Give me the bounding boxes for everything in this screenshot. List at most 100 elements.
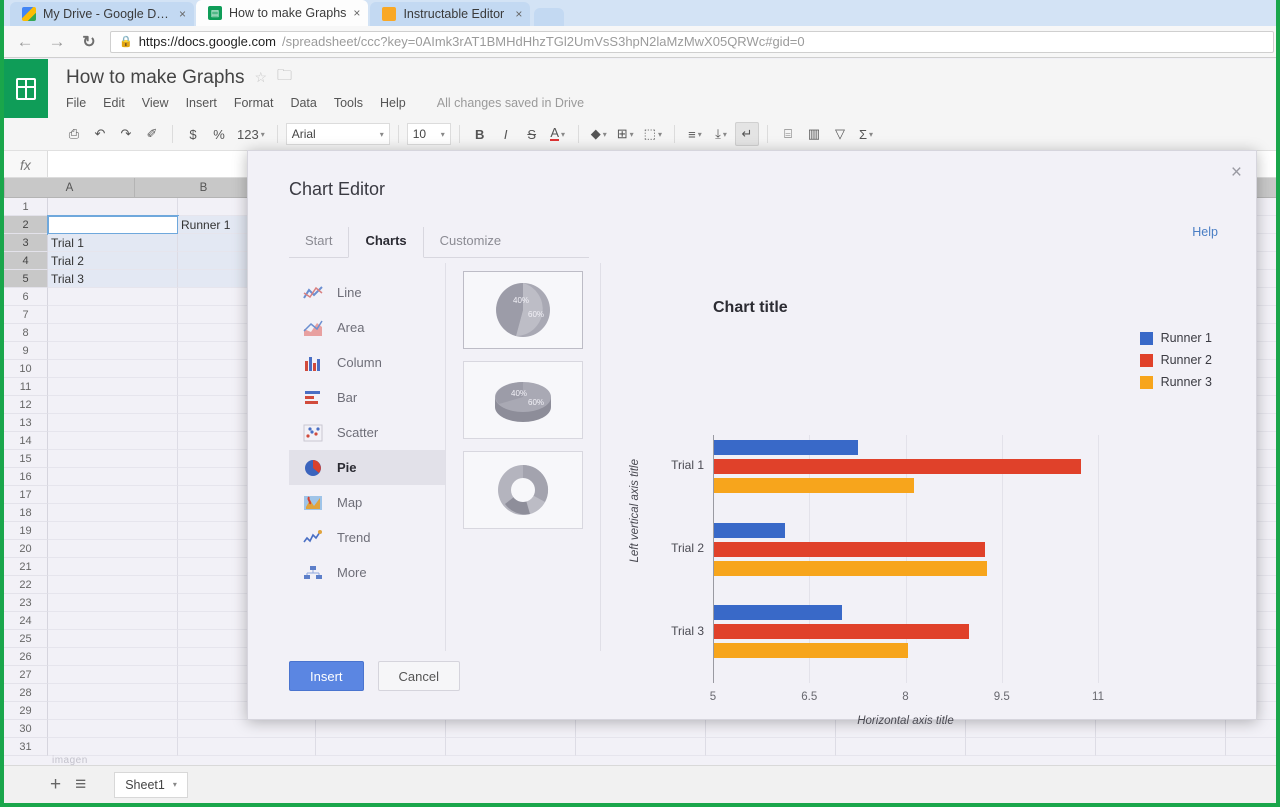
- row-header-26[interactable]: 26: [4, 648, 48, 666]
- cell-a13[interactable]: [48, 414, 178, 432]
- star-icon[interactable]: ☆: [254, 69, 267, 86]
- menu-edit[interactable]: Edit: [103, 96, 125, 110]
- cell-a3[interactable]: Trial 1: [48, 234, 178, 252]
- close-icon[interactable]: ×: [353, 6, 360, 20]
- cell-a18[interactable]: [48, 504, 178, 522]
- redo-icon[interactable]: ↷: [114, 122, 138, 146]
- close-icon[interactable]: ×: [179, 7, 186, 21]
- vertical-align-icon[interactable]: ⤓ ▾: [709, 122, 733, 146]
- chart-type-trend[interactable]: Trend: [289, 520, 445, 555]
- cell-i31[interactable]: [1096, 738, 1226, 756]
- row-header-30[interactable]: 30: [4, 720, 48, 738]
- merge-cells-icon[interactable]: ⬚ ▾: [640, 122, 666, 146]
- cell-a5[interactable]: Trial 3: [48, 270, 178, 288]
- browser-tab-instructable[interactable]: Instructable Editor ×: [370, 2, 530, 26]
- reload-icon[interactable]: ↻: [78, 31, 100, 53]
- chart-type-bar[interactable]: Bar: [289, 380, 445, 415]
- tab-charts[interactable]: Charts: [348, 227, 423, 258]
- row-header-1[interactable]: 1: [4, 198, 48, 216]
- cell-a31[interactable]: [48, 738, 178, 756]
- document-title[interactable]: How to make Graphs: [66, 67, 244, 89]
- cell-g31[interactable]: [836, 738, 966, 756]
- row-header-22[interactable]: 22: [4, 576, 48, 594]
- strikethrough-button[interactable]: S: [520, 122, 544, 146]
- sheets-logo-icon[interactable]: [4, 59, 48, 118]
- text-color-button[interactable]: A ▾: [546, 122, 570, 146]
- back-icon[interactable]: ←: [14, 31, 36, 53]
- chart-type-map[interactable]: Map: [289, 485, 445, 520]
- insert-button[interactable]: Insert: [289, 661, 364, 691]
- cell-a29[interactable]: [48, 702, 178, 720]
- row-header-10[interactable]: 10: [4, 360, 48, 378]
- menu-help[interactable]: Help: [380, 96, 406, 110]
- add-sheet-button[interactable]: +: [50, 774, 61, 796]
- cell-a27[interactable]: [48, 666, 178, 684]
- chart-type-column[interactable]: Column: [289, 345, 445, 380]
- browser-tab-drive[interactable]: My Drive - Google Drive ×: [10, 2, 194, 26]
- chart-type-line[interactable]: Line: [289, 275, 445, 310]
- cell-a6[interactable]: [48, 288, 178, 306]
- print-icon[interactable]: ⎙: [62, 122, 86, 146]
- cell-e31[interactable]: [576, 738, 706, 756]
- cell-a23[interactable]: [48, 594, 178, 612]
- tab-start[interactable]: Start: [289, 227, 348, 257]
- row-header-16[interactable]: 16: [4, 468, 48, 486]
- cell-j31[interactable]: [1226, 738, 1276, 756]
- row-header-14[interactable]: 14: [4, 432, 48, 450]
- row-header-15[interactable]: 15: [4, 450, 48, 468]
- fill-color-icon[interactable]: ◆ ▾: [587, 122, 611, 146]
- menu-view[interactable]: View: [142, 96, 169, 110]
- cell-i30[interactable]: [1096, 720, 1226, 738]
- number-format-button[interactable]: 123 ▾: [233, 122, 269, 146]
- cell-h31[interactable]: [966, 738, 1096, 756]
- cell-a24[interactable]: [48, 612, 178, 630]
- new-tab-button[interactable]: [534, 8, 564, 26]
- cell-b30[interactable]: [178, 720, 316, 738]
- row-header-5[interactable]: 5: [4, 270, 48, 288]
- tab-customize[interactable]: Customize: [424, 227, 517, 257]
- column-header-a[interactable]: A: [5, 178, 135, 198]
- functions-icon[interactable]: Σ ▾: [854, 122, 878, 146]
- row-header-9[interactable]: 9: [4, 342, 48, 360]
- percent-format-button[interactable]: %: [207, 122, 231, 146]
- italic-button[interactable]: I: [494, 122, 518, 146]
- menu-tools[interactable]: Tools: [334, 96, 363, 110]
- chart-type-pie[interactable]: Pie: [289, 450, 445, 485]
- row-header-21[interactable]: 21: [4, 558, 48, 576]
- borders-icon[interactable]: ⊞ ▾: [613, 122, 638, 146]
- row-header-20[interactable]: 20: [4, 540, 48, 558]
- cell-a22[interactable]: [48, 576, 178, 594]
- cell-a12[interactable]: [48, 396, 178, 414]
- row-header-25[interactable]: 25: [4, 630, 48, 648]
- row-header-6[interactable]: 6: [4, 288, 48, 306]
- cell-d31[interactable]: [446, 738, 576, 756]
- cell-a28[interactable]: [48, 684, 178, 702]
- horizontal-align-icon[interactable]: ≡ ▾: [683, 122, 707, 146]
- cell-a4[interactable]: Trial 2: [48, 252, 178, 270]
- cell-e30[interactable]: [576, 720, 706, 738]
- cell-a17[interactable]: [48, 486, 178, 504]
- pie-2d-thumbnail[interactable]: 40% 60%: [463, 271, 583, 349]
- bold-button[interactable]: B: [468, 122, 492, 146]
- browser-tab-sheets[interactable]: ▤ How to make Graphs ×: [196, 0, 368, 26]
- close-icon[interactable]: ×: [1231, 163, 1242, 182]
- cell-a2[interactable]: [48, 216, 178, 234]
- cell-a19[interactable]: [48, 522, 178, 540]
- cell-a20[interactable]: [48, 540, 178, 558]
- cell-a21[interactable]: [48, 558, 178, 576]
- menu-file[interactable]: File: [66, 96, 86, 110]
- cell-b31[interactable]: [178, 738, 316, 756]
- paint-format-icon[interactable]: ✐: [140, 122, 164, 146]
- row-header-31[interactable]: 31: [4, 738, 48, 756]
- cell-a9[interactable]: [48, 342, 178, 360]
- font-size-select[interactable]: 10 ▾: [407, 123, 451, 145]
- cell-a25[interactable]: [48, 630, 178, 648]
- row-header-2[interactable]: 2: [4, 216, 48, 234]
- currency-format-button[interactable]: $: [181, 122, 205, 146]
- row-header-7[interactable]: 7: [4, 306, 48, 324]
- row-header-8[interactable]: 8: [4, 324, 48, 342]
- donut-thumbnail[interactable]: [463, 451, 583, 529]
- insert-chart-icon[interactable]: ▥: [802, 122, 826, 146]
- row-header-29[interactable]: 29: [4, 702, 48, 720]
- sheet-tab-sheet1[interactable]: Sheet1 ▾: [114, 772, 188, 798]
